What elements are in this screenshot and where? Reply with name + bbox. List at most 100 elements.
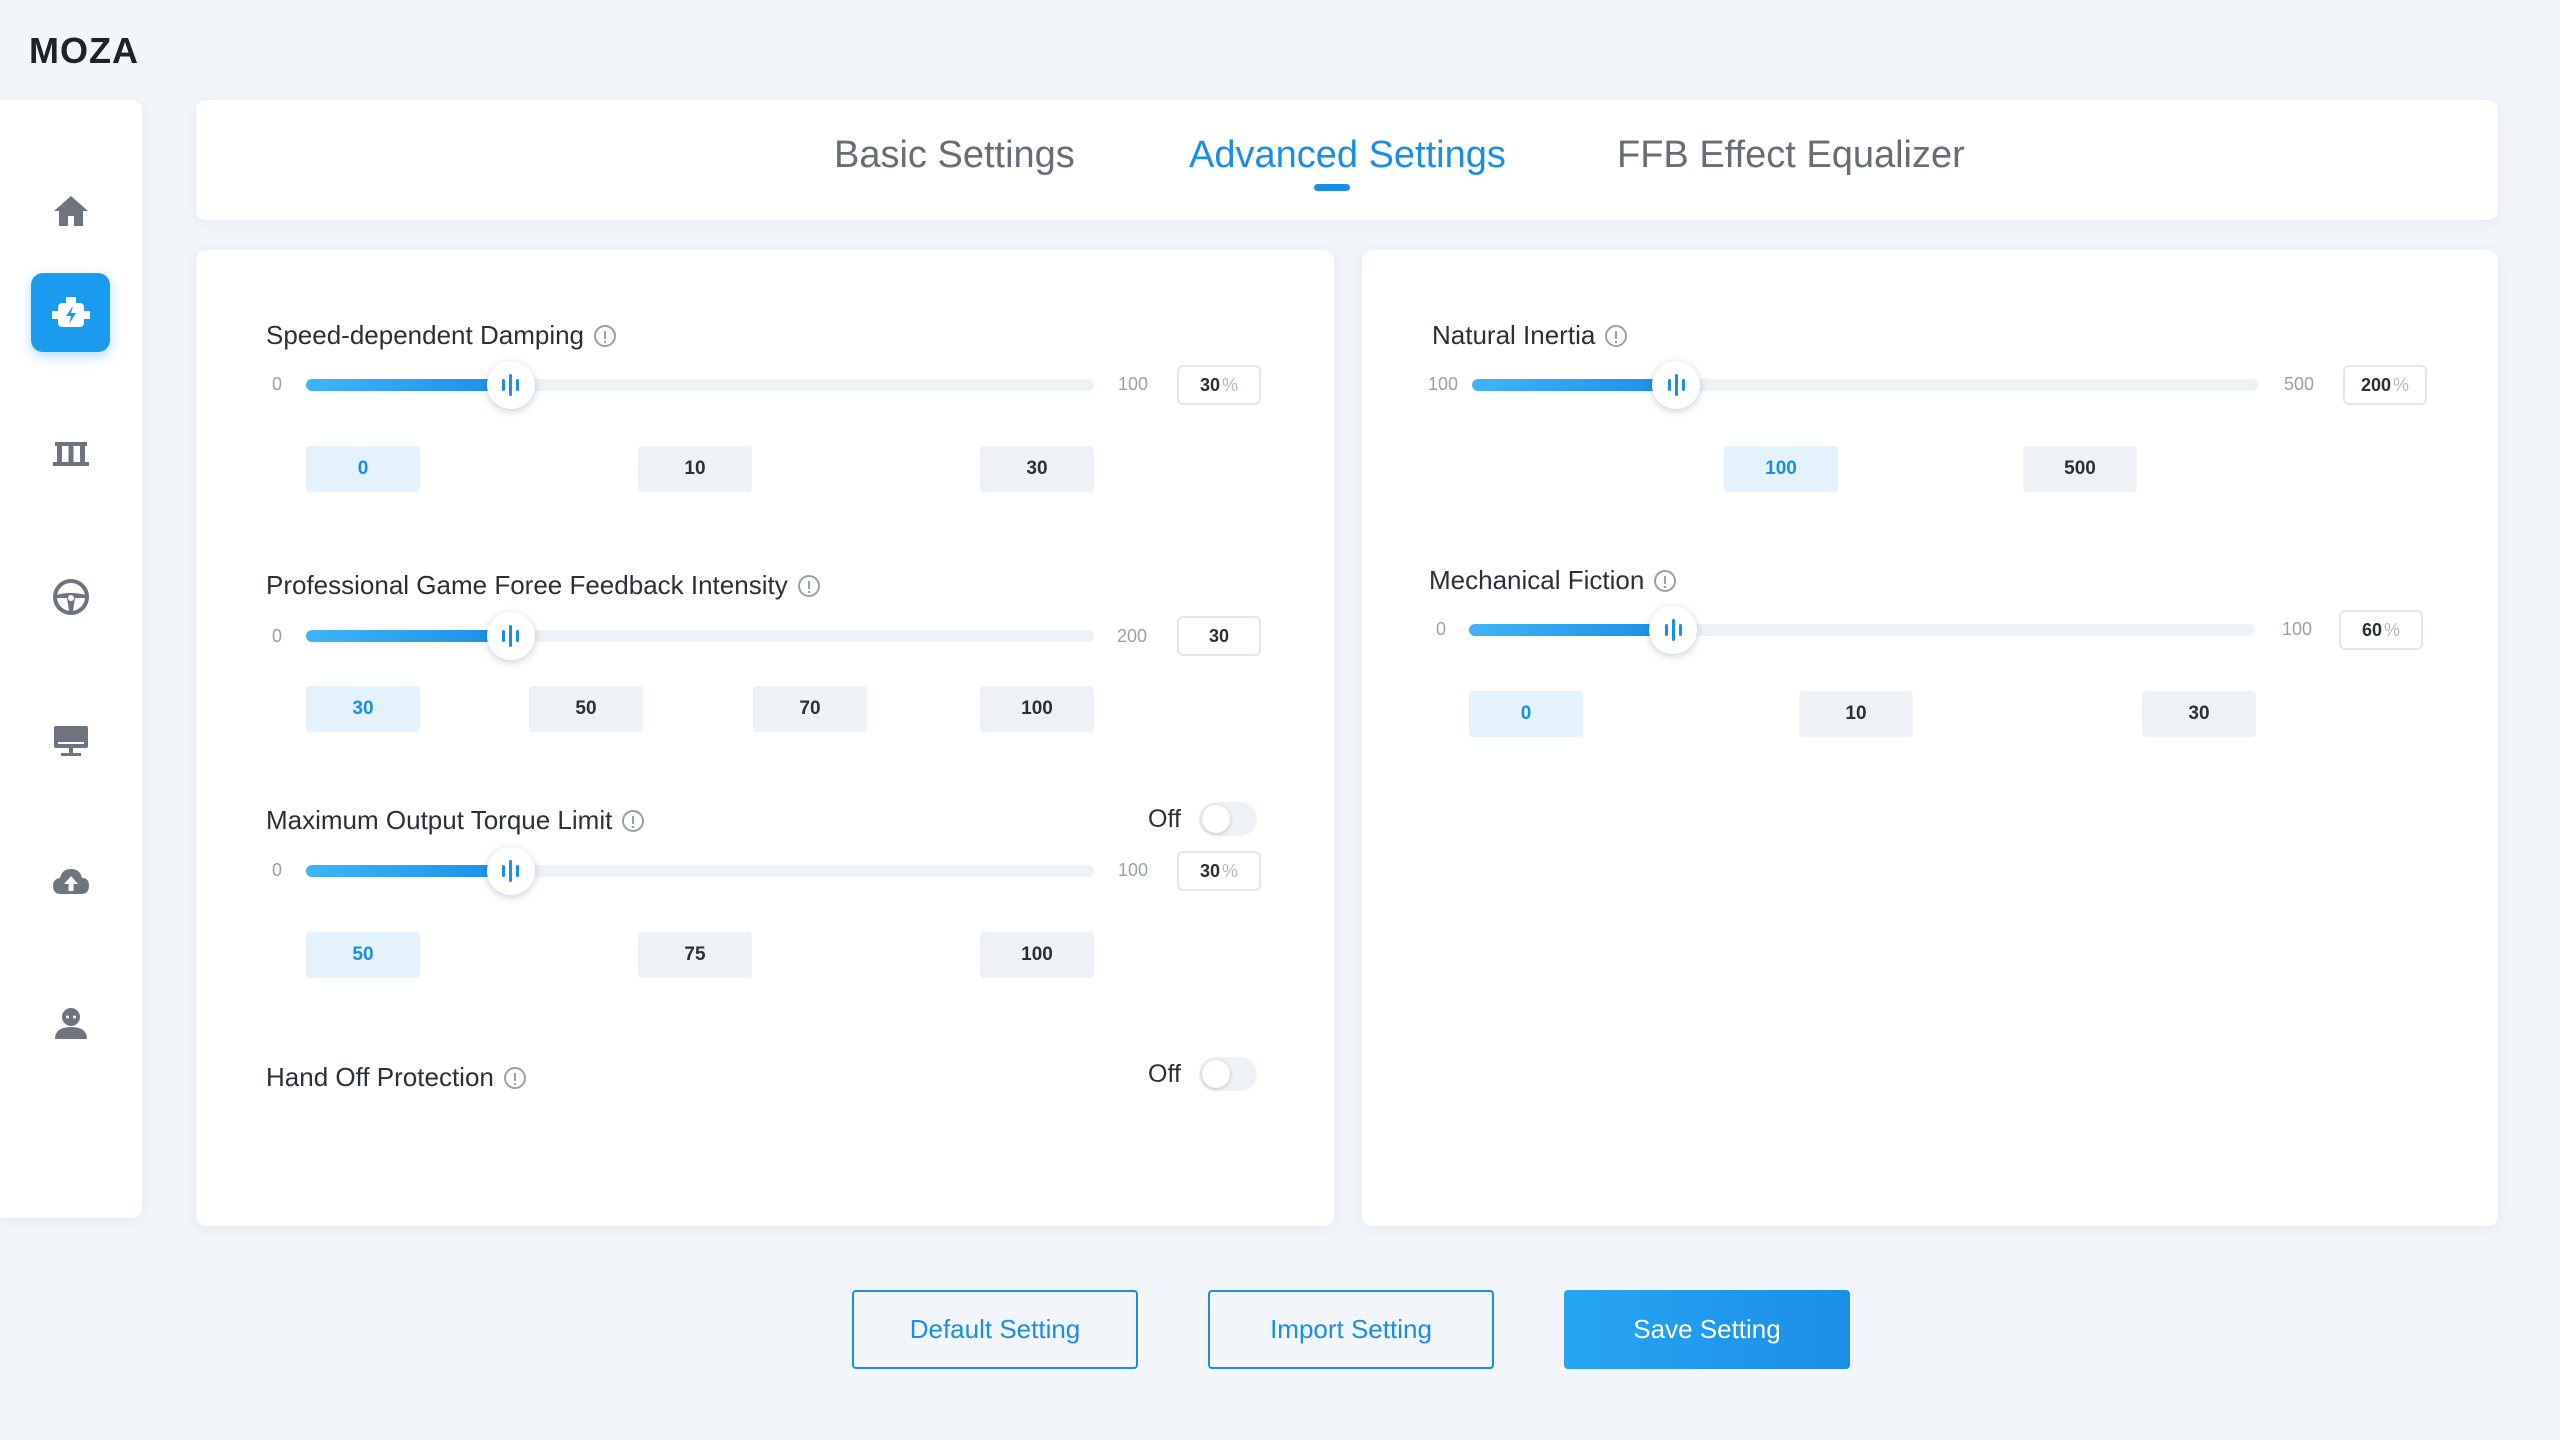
slider-fill [1472,379,1677,391]
torque-limit-title: Maximum Output Torque Limit [266,805,613,835]
slider-thumb[interactable] [1652,361,1701,409]
unit-text: % [1222,860,1239,881]
natural-inertia-preset[interactable]: 100 [1724,446,1838,492]
hand-off-label: Hand Off Protection [266,1062,526,1093]
torque-limit-toggle[interactable] [1198,802,1257,836]
natural-inertia-preset[interactable]: 500 [2023,446,2137,492]
speed-damping-preset[interactable]: 30 [980,446,1094,492]
info-icon[interactable] [797,574,820,597]
torque-limit-preset[interactable]: 75 [638,932,752,978]
natural-inertia-max: 500 [2284,374,2315,394]
torque-limit-preset[interactable]: 50 [306,932,420,978]
slider-thumb[interactable] [486,847,535,895]
steering-wheel-icon [52,578,89,615]
unit-text: % [1222,374,1239,395]
sidebar-item-firmware[interactable] [31,842,110,921]
toggle-knob [1201,1060,1230,1088]
right-settings-panel: Natural Inertia 100 500 200% 100 500 Mec… [1362,250,2498,1226]
speed-damping-slider[interactable] [306,361,1094,409]
hand-off-toggle-label: Off [1148,1059,1181,1088]
torque-limit-toggle-group: Off [1148,802,1257,836]
natural-inertia-title: Natural Inertia [1432,320,1596,350]
tab-ffb-effect-equalizer[interactable]: FFB Effect Equalizer [1617,134,1965,177]
value-text: 30 [1199,860,1220,881]
home-icon [53,195,88,226]
left-settings-panel: Speed-dependent Damping 0 100 30% 0 10 3… [196,250,1334,1226]
mechanical-friction-preset[interactable]: 0 [1469,691,1583,737]
settings-tabs: Basic Settings Advanced Settings FFB Eff… [196,100,2498,220]
sidebar [0,100,142,1218]
sidebar-item-profile[interactable] [31,983,110,1062]
torque-limit-preset[interactable]: 100 [980,932,1094,978]
info-icon[interactable] [1605,324,1628,347]
game-ffb-preset[interactable]: 100 [980,686,1094,732]
sidebar-item-pedals[interactable] [31,414,110,493]
pedals-icon [52,441,89,466]
slider-fill [306,865,511,877]
game-ffb-slider[interactable] [306,612,1094,660]
slider-thumb[interactable] [1649,606,1698,654]
mechanical-friction-title: Mechanical Fiction [1429,565,1645,595]
sidebar-item-dashboard[interactable] [31,700,110,779]
hand-off-toggle[interactable] [1198,1057,1257,1091]
mechanical-friction-preset[interactable]: 30 [2142,691,2256,737]
save-setting-button[interactable]: Save Setting [1564,1290,1850,1369]
tab-basic-settings[interactable]: Basic Settings [834,134,1075,177]
tab-advanced-settings[interactable]: Advanced Settings [1189,134,1506,177]
torque-limit-min: 0 [272,860,283,880]
speed-damping-label: Speed-dependent Damping [266,320,617,351]
value-text: 60 [2361,619,2382,640]
natural-inertia-min: 100 [1428,374,1459,394]
import-setting-button[interactable]: Import Setting [1208,1290,1494,1369]
torque-limit-label: Maximum Output Torque Limit [266,805,645,836]
game-ffb-max: 200 [1117,626,1148,646]
torque-limit-slider[interactable] [306,847,1094,895]
speed-damping-preset[interactable]: 10 [638,446,752,492]
natural-inertia-value-input[interactable]: 200% [2343,365,2427,405]
slider-fill [306,379,511,391]
torque-limit-max: 100 [1118,860,1149,880]
game-ffb-value-input[interactable]: 30 [1177,616,1261,656]
game-ffb-min: 0 [272,626,283,646]
slider-fill [306,630,511,642]
toggle-knob [1201,805,1230,833]
natural-inertia-label: Natural Inertia [1432,320,1628,351]
speed-damping-preset[interactable]: 0 [306,446,420,492]
unit-text: % [2384,619,2401,640]
slider-thumb[interactable] [486,361,535,409]
hand-off-toggle-group: Off [1148,1057,1257,1091]
sidebar-item-steering-wheel[interactable] [31,557,110,636]
slider-thumb[interactable] [486,612,535,660]
active-tab-indicator [1314,184,1350,191]
slider-fill [1469,624,1674,636]
mechanical-friction-slider[interactable] [1469,606,2255,654]
game-ffb-preset[interactable]: 70 [753,686,867,732]
speed-damping-value-input[interactable]: 30% [1177,365,1261,405]
game-ffb-label: Professional Game Foree Feedback Intensi… [266,570,820,601]
default-setting-button[interactable]: Default Setting [852,1290,1138,1369]
speed-damping-max: 100 [1118,374,1149,394]
mechanical-friction-min: 0 [1436,619,1447,639]
natural-inertia-slider[interactable] [1472,361,2258,409]
info-icon[interactable] [622,809,645,832]
game-ffb-title: Professional Game Foree Feedback Intensi… [266,570,788,600]
mechanical-friction-label: Mechanical Fiction [1429,565,1677,596]
game-ffb-preset[interactable]: 50 [529,686,643,732]
mechanical-friction-preset[interactable]: 10 [1799,691,1913,737]
sidebar-item-wheelbase[interactable] [31,273,110,352]
game-ffb-preset[interactable]: 30 [306,686,420,732]
torque-limit-value-input[interactable]: 30% [1177,851,1261,891]
user-icon [54,1007,87,1039]
app-logo: MOZA [29,30,139,71]
cloud-upload-icon [52,868,89,894]
info-icon[interactable] [503,1066,526,1089]
speed-damping-min: 0 [272,374,283,394]
info-icon[interactable] [1654,569,1677,592]
sidebar-item-home[interactable] [31,171,110,250]
info-icon[interactable] [594,324,617,347]
value-text: 200 [2360,374,2392,395]
value-text: 30 [1208,625,1230,646]
hand-off-title: Hand Off Protection [266,1062,494,1092]
mechanical-friction-max: 100 [2282,619,2313,639]
mechanical-friction-value-input[interactable]: 60% [2339,610,2423,650]
